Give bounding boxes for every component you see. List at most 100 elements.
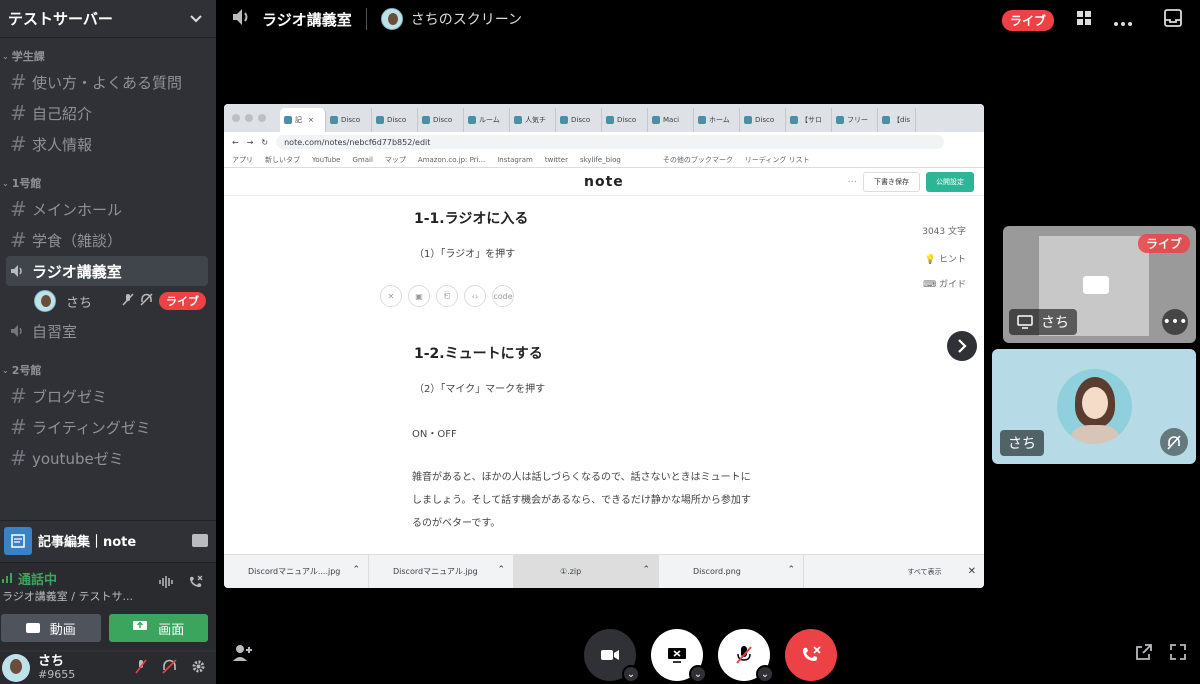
screen-share-button[interactable]: 画面 [108,614,208,642]
browser-tab[interactable]: Disco [372,108,418,132]
close-icon[interactable]: ✕ [380,285,402,307]
hash-icon: # [10,228,27,252]
browser-tab[interactable]: Disco [326,108,372,132]
browser-tab[interactable]: Disco [602,108,648,132]
more-icon[interactable]: ··· [847,177,857,188]
mic-muted-icon [736,646,752,664]
file-icon[interactable]: ⎗ [436,285,458,307]
voice-channel-subtitle[interactable]: ラジオ講義室 / テストサ... [0,588,140,604]
url-field[interactable]: note.com/notes/nebcf6d77b852/edit [276,135,944,149]
close-icon[interactable]: ✕ [968,566,976,577]
bookmark[interactable]: Instagram [497,156,533,164]
participant-tile[interactable]: さち [992,349,1196,464]
chevron-down-icon[interactable] [190,12,202,26]
category-header[interactable]: ⌄ 学生課 [0,46,216,66]
avatar[interactable] [2,654,30,682]
close-stream-icon[interactable] [192,534,208,547]
forward-icon[interactable]: → [247,138,254,147]
mic-toggle-button[interactable]: ⌄ [718,629,774,683]
image-icon[interactable]: ▣ [408,285,430,307]
browser-tab[interactable]: Disco [740,108,786,132]
code-icon[interactable]: code [492,285,514,307]
category-header[interactable]: ⌄ 2号館 [0,360,216,380]
bookmark[interactable]: twitter [545,156,568,164]
bookmark[interactable]: YouTube [312,156,340,164]
chevron-down-icon[interactable]: ⌄ [756,665,774,683]
video-button[interactable]: 動画 [1,614,101,642]
show-all-downloads[interactable]: すべて表示 [907,567,941,577]
browser-tab[interactable]: フリー [832,108,878,132]
channel-writing-seminar[interactable]: # ライティングゼミ [6,412,208,442]
channel-main-hall[interactable]: # メインホール [6,194,208,224]
disconnect-icon[interactable] [188,575,204,593]
chevron-down-icon[interactable]: ⌄ [622,665,640,683]
heading-2: 1-2.ミュートにする [414,346,543,362]
stream-tile[interactable]: ライブ さち ••• [1003,226,1196,343]
voice-user-row[interactable]: さち ライブ [34,287,216,315]
browser-tab[interactable]: 人気チ [510,108,556,132]
noise-suppression-icon[interactable] [158,575,174,593]
channel-youtube-seminar[interactable]: # youtubeゼミ [6,443,208,473]
bookmark[interactable]: その他のブックマーク [663,155,733,165]
browser-tab[interactable]: 【dis [878,108,916,132]
bookmarks-bar: アプリ 新しいタブ YouTube Gmail マップ Amazon.co.jp… [224,152,984,168]
bookmark[interactable]: 新しいタブ [265,155,300,165]
channel-job-info[interactable]: # 求人情報 [6,129,208,159]
stream-title: さちのスクリーン [410,12,523,28]
gear-icon[interactable] [191,659,206,678]
camera-toggle-button[interactable]: ⌄ [584,629,640,683]
browser-tab[interactable]: Maci [648,108,694,132]
browser-tab[interactable]: 記 × [280,108,326,132]
activity-notice[interactable]: 記事編集｜note [0,520,216,560]
back-icon[interactable]: ← [232,138,239,147]
more-options-icon[interactable]: ••• [1162,309,1188,335]
channel-blog-seminar[interactable]: # ブログゼミ [6,381,208,411]
download-item[interactable]: Discord.png [659,554,804,588]
stop-screen-share-button[interactable]: ⌄ [651,629,707,683]
inbox-icon[interactable] [1164,9,1182,31]
mic-muted-icon[interactable] [134,659,148,678]
browser-tab[interactable]: Disco [418,108,464,132]
voice-channel-study[interactable]: 自習室 [6,316,208,346]
channel-usage-faq[interactable]: # 使い方・よくある質問 [6,67,208,97]
download-item[interactable]: Discordマニュアル.jpg [369,554,514,588]
bookmark[interactable]: マップ [385,155,406,165]
bookmark[interactable]: skylife_blog [580,156,621,164]
hint-link[interactable]: 💡 ヒント [925,252,966,265]
chevron-down-icon[interactable]: ⌄ [689,665,707,683]
server-header[interactable]: テストサーバー [0,0,216,38]
guide-link[interactable]: ⌨ ガイド [923,277,966,290]
bookmark[interactable]: Gmail [352,156,372,164]
more-options-icon[interactable] [1114,11,1132,30]
hash-icon: # [10,197,27,221]
save-draft-button[interactable]: 下書き保存 [863,172,920,192]
hash-icon: # [10,415,27,439]
fullscreen-icon[interactable] [1170,644,1186,664]
grid-layout-icon[interactable] [1076,10,1092,30]
bookmark[interactable]: Amazon.co.jp: Pri... [418,156,485,164]
browser-tab[interactable]: 【サロ [786,108,832,132]
disconnect-button[interactable] [785,629,837,681]
channel-cafeteria[interactable]: # 学食（雑談） [6,225,208,255]
voice-channel-radio[interactable]: ラジオ講義室 [6,256,208,286]
category-header[interactable]: ⌄ 1号館 [0,173,216,193]
download-item[interactable]: Discordマニュアル....jpg [224,554,369,588]
download-item[interactable]: ①.zip [514,554,659,588]
hash-icon: # [10,384,27,408]
bookmark[interactable]: アプリ [232,155,253,165]
publish-settings-button[interactable]: 公開設定 [926,172,974,192]
reload-icon[interactable]: ↻ [261,138,268,147]
step-2: （2）「マイク」マークを押す [414,384,546,395]
screen-share-stream[interactable]: 記 × Disco Disco Disco ルーム 人気チ Disco Disco… [224,104,984,588]
next-stream-button[interactable] [947,331,977,361]
browser-tab[interactable]: ホーム [694,108,740,132]
add-person-icon[interactable] [232,644,254,667]
browser-tab[interactable]: ルーム [464,108,510,132]
embed-icon[interactable]: ‹› [464,285,486,307]
channel-self-intro[interactable]: # 自己紹介 [6,98,208,128]
step-1: （1）「ラジオ」を押す [414,249,516,260]
bookmark[interactable]: リーディング リスト [745,155,810,165]
headset-muted-icon[interactable] [162,658,177,678]
popout-icon[interactable] [1136,644,1152,664]
browser-tab[interactable]: Disco [556,108,602,132]
